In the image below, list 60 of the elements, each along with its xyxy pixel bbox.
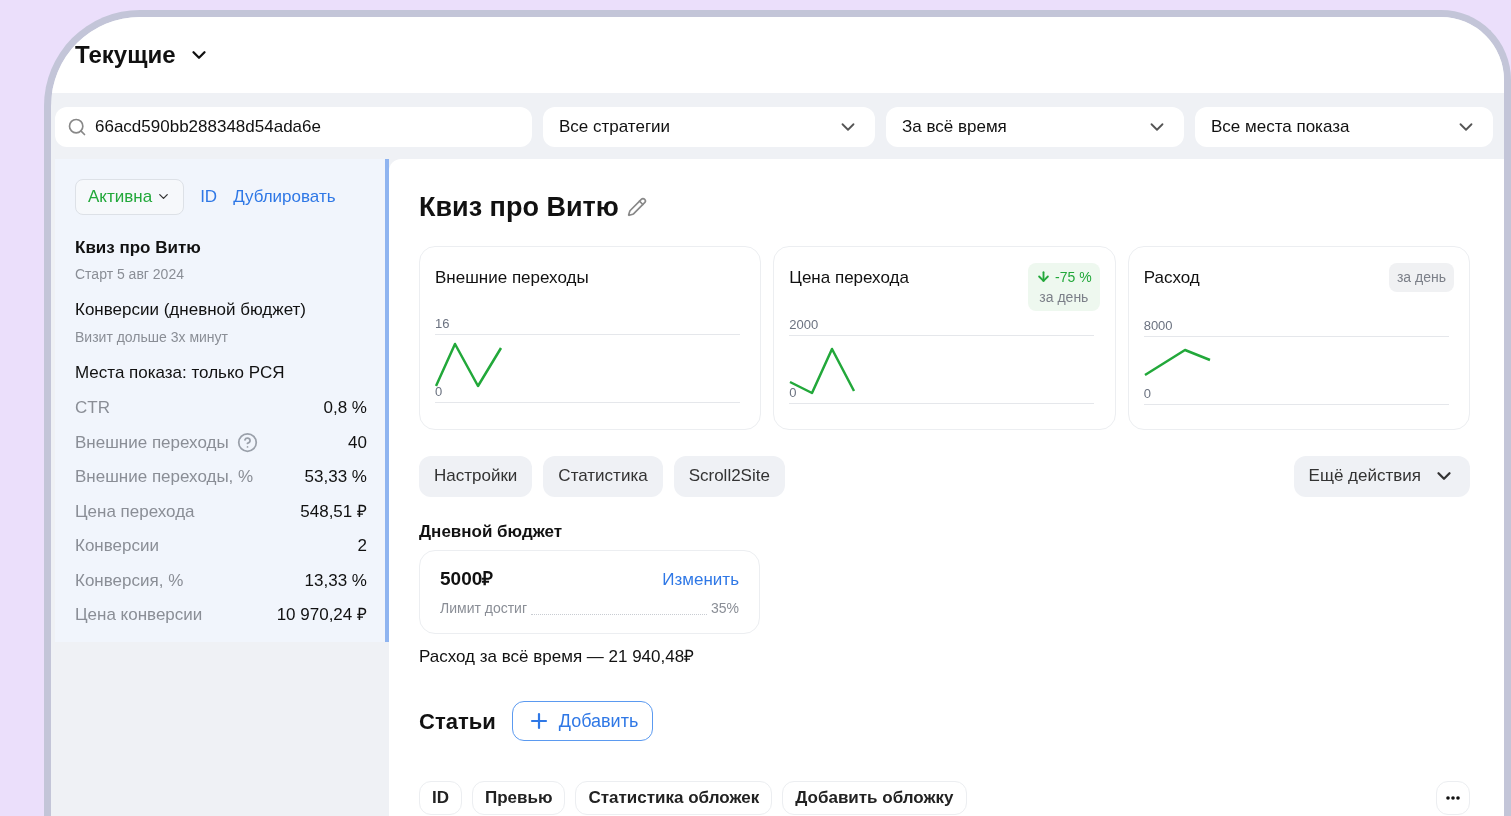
total-spend-text: Расход за всё время — 21 940,48₽	[419, 645, 696, 668]
axis-max-label: 2000	[789, 316, 820, 333]
pencil-icon[interactable]	[626, 197, 647, 218]
card-title: Внешние переходы	[435, 266, 589, 289]
filter-dropdown[interactable]: За всё время	[886, 107, 1184, 147]
section-button[interactable]: Scroll2Site	[673, 455, 785, 497]
change-link[interactable]: Изменить	[662, 566, 739, 592]
metric-value: 53,33 %	[304, 466, 367, 488]
metric-value: 548,51 ₽	[300, 500, 367, 523]
period-badge: за день	[1388, 262, 1454, 292]
axis-max-label: 16	[435, 316, 451, 332]
column-header-button[interactable]: ID	[419, 781, 462, 815]
goal-text: Визит дольше 3х минут	[75, 327, 229, 347]
ellipsis-icon	[1446, 796, 1460, 800]
metric-label: Цена конверсии	[75, 604, 203, 626]
more-actions-button[interactable]: Ещё действия	[1293, 455, 1470, 497]
card-title: Цена перехода	[789, 266, 909, 289]
placements-text: Места показа: только РСЯ	[75, 361, 286, 384]
help-icon[interactable]	[236, 431, 258, 453]
column-header-button[interactable]: Статистика обложек	[575, 781, 773, 815]
section-heading: Дневной бюджет	[419, 520, 564, 543]
more-options-button[interactable]	[1436, 781, 1470, 815]
metric-label: Конверсии	[75, 535, 159, 557]
limit-label: Лимит достиг	[440, 598, 528, 618]
metric-label: Внешние переходы, %	[75, 466, 254, 488]
column-header-button[interactable]: Добавить обложку	[782, 781, 967, 815]
change-badge: -75 % за день	[1028, 262, 1100, 311]
action-link[interactable]: ID	[200, 184, 218, 210]
metric-label: Внешние переходы	[75, 431, 229, 454]
metric-value: 13,33 %	[304, 569, 367, 592]
search-icon	[67, 117, 87, 137]
campaign-name: Квиз про Витю	[75, 236, 202, 259]
filter-dropdown[interactable]: Все места показа	[1195, 107, 1493, 147]
start-date: Старт 5 авг 2024	[75, 265, 185, 284]
metric-value: 10 970,24 ₽	[276, 604, 367, 626]
axis-max-label: 8000	[1143, 317, 1174, 334]
section-heading: Статьи	[419, 707, 496, 736]
limit-value: 35%	[710, 598, 739, 618]
add-button[interactable]: Добавить	[511, 701, 654, 741]
budget-amount: 5000₽	[440, 567, 494, 591]
metric-label: Конверсия, %	[75, 569, 184, 592]
action-link[interactable]: Дублировать	[233, 184, 336, 210]
section-button[interactable]: Статистика	[543, 455, 663, 497]
metric-value: 40	[348, 431, 367, 454]
down-arrow-icon	[1036, 269, 1052, 284]
campaign-title: Квиз про Витю	[419, 191, 619, 224]
card-title: Расход	[1143, 266, 1200, 289]
strategy-name: Конверсии (дневной бюджет)	[75, 299, 307, 321]
view-dropdown[interactable]: Текущие	[75, 37, 210, 73]
metric-value: 2	[357, 535, 367, 557]
metric-value: 0,8 %	[323, 397, 367, 419]
axis-min-label: 0	[435, 384, 444, 400]
section-button[interactable]: Настройки	[419, 455, 533, 497]
metric-label: Цена перехода	[75, 500, 195, 523]
metric-label: CTR	[75, 397, 110, 419]
axis-min-label: 0	[789, 384, 798, 401]
filter-dropdown[interactable]: Все стратегии	[543, 107, 875, 147]
search-field[interactable]: 66acd590bb288348d54ada6e	[55, 107, 532, 147]
axis-min-label: 0	[1143, 385, 1152, 402]
column-header-button[interactable]: Превью	[472, 781, 566, 815]
